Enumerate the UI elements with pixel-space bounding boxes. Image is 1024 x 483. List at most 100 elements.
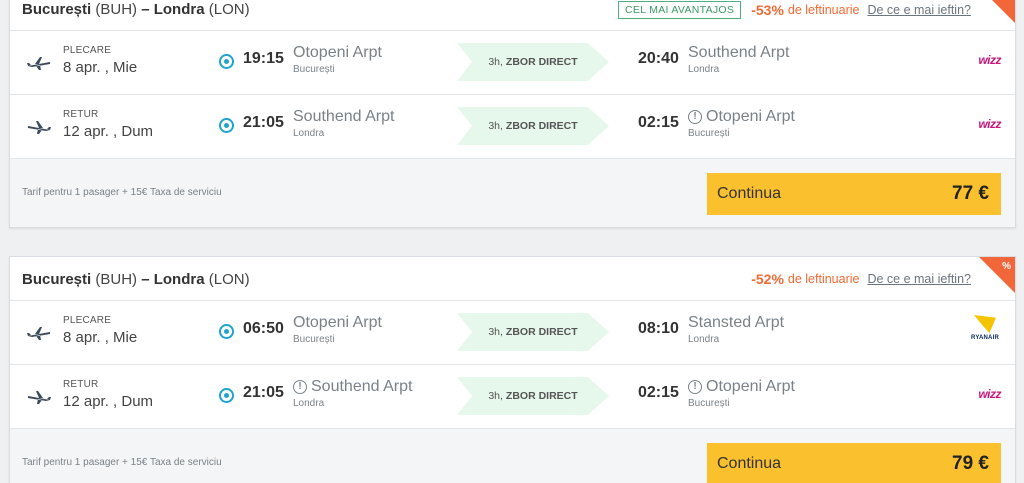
arrival-airport: Stansted Arpt (688, 314, 785, 331)
direction-label: RETUR (63, 379, 99, 390)
header-right: -52% de leftinuarie De ce e mai ieftin? (751, 271, 971, 287)
continue-button[interactable]: Continua 79 € (707, 443, 1001, 483)
route-from: București (22, 271, 92, 288)
arrival-time: 02:15 (638, 384, 679, 401)
fare-note: Tarif pentru 1 pasager + 15€ Taxa de ser… (22, 457, 222, 468)
route-dash: – (141, 1, 150, 18)
header-right: CEL MAI AVANTAJOS -53% de leftinuarie De… (618, 1, 971, 19)
departure-city: Londra (293, 398, 325, 409)
plane-return-icon (28, 121, 51, 134)
discount-percent: -52% (751, 271, 784, 287)
ryanair-wordmark: RYANAIR (971, 335, 999, 341)
direction-label: PLECARE (63, 315, 112, 326)
flight-leg-return[interactable]: RETUR 12 apr. , Dum 21:05 ! Southend Arpt… (10, 365, 1015, 429)
origin-dot-icon (219, 118, 234, 133)
departure-time: 21:05 (243, 114, 284, 131)
wizz-logo: wizz (978, 117, 1001, 131)
plane-return-icon (28, 391, 51, 404)
leg-date: 8 apr. , Mie (63, 59, 138, 76)
card-footer: Tarif pentru 1 pasager + 15€ Taxa de ser… (10, 159, 1015, 227)
duration: 3h, (488, 390, 503, 402)
flight-leg-return[interactable]: RETUR 12 apr. , Dum 21:05 Southend Arpt … (10, 95, 1015, 159)
card-footer: Tarif pentru 1 pasager + 15€ Taxa de ser… (10, 429, 1015, 483)
arrival-city: Londra (688, 334, 720, 345)
departure-time: 19:15 (243, 50, 284, 67)
price: 79 € (952, 453, 989, 474)
why-cheaper-link[interactable]: De ce e mai ieftin? (867, 3, 971, 17)
departure-city: Londra (293, 128, 325, 139)
arrival-airport: Southend Arpt (688, 44, 790, 61)
departure-city: București (293, 64, 335, 75)
continue-label: Continua (717, 455, 782, 472)
departure-time: 06:50 (243, 320, 284, 337)
price: 77 € (952, 183, 989, 204)
wizz-logo: wizz (978, 53, 1001, 67)
origin-dot-icon (219, 388, 234, 403)
discount-corner (979, 0, 1015, 23)
flight-type: ZBOR DIRECT (505, 120, 578, 132)
departure-airport: Southend Arpt (293, 108, 395, 125)
route-to-code: (LON) (208, 271, 250, 288)
continue-label: Continua (717, 185, 782, 202)
flight-type: ZBOR DIRECT (505, 56, 578, 68)
warning-icon: ! (293, 380, 307, 394)
direct-flight-indicator: 3h, ZBOR DIRECT (457, 377, 609, 415)
leg-date: 8 apr. , Mie (63, 329, 138, 346)
plane-departure-icon (27, 327, 50, 340)
departure-city: București (293, 334, 335, 345)
origin-dot-icon (219, 54, 234, 69)
direction-label: RETUR (63, 109, 99, 120)
direct-flight-indicator: 3h, ZBOR DIRECT (457, 43, 609, 81)
flight-leg-outbound[interactable]: PLECARE 8 apr. , Mie 06:50 Otopeni Arpt … (10, 301, 1015, 365)
duration: 3h, (488, 326, 503, 338)
route-to-code: (LON) (208, 1, 250, 18)
leg-date: 12 apr. , Dum (63, 123, 154, 140)
why-cheaper-link[interactable]: De ce e mai ieftin? (867, 272, 971, 286)
arrival-city: București (688, 398, 730, 409)
arrival-city: Londra (688, 64, 720, 75)
arrival-airport-name: Otopeni Arpt (706, 378, 795, 395)
arrival-airport: ! Otopeni Arpt (688, 378, 795, 396)
direct-flight-indicator: 3h, ZBOR DIRECT (457, 313, 609, 351)
origin-dot-icon (219, 324, 234, 339)
route-dash: – (141, 271, 150, 288)
flight-leg-outbound[interactable]: PLECARE 8 apr. , Mie 19:15 Otopeni Arpt … (10, 31, 1015, 95)
flight-type: ZBOR DIRECT (505, 390, 578, 402)
departure-airport: ! Southend Arpt (293, 378, 412, 396)
ryanair-harp-icon (974, 315, 996, 333)
flight-type: ZBOR DIRECT (505, 326, 578, 338)
route-to: Londra (153, 1, 205, 18)
departure-airport: Otopeni Arpt (293, 44, 382, 61)
route-title: București (BUH) – Londra (LON) (22, 1, 250, 18)
flight-result-card[interactable]: București (BUH) – Londra (LON) -52% de l… (9, 256, 1016, 483)
wizz-logo: wizz (978, 387, 1001, 401)
discount-label: de leftinuarie (787, 3, 860, 17)
arrival-city: București (688, 128, 730, 139)
departure-time: 21:05 (243, 384, 284, 401)
arrival-airport: ! Otopeni Arpt (688, 108, 795, 126)
duration: 3h, (488, 56, 503, 68)
arrival-airport-name: Otopeni Arpt (706, 108, 795, 125)
arrival-time: 20:40 (638, 50, 679, 67)
route-from-code: (BUH) (95, 1, 138, 18)
card-header: București (BUH) – Londra (LON) -52% de l… (10, 257, 1015, 301)
route-to: Londra (153, 271, 205, 288)
ryanair-logo: RYANAIR (969, 315, 1001, 341)
continue-button[interactable]: Continua 77 € (707, 173, 1001, 215)
arrival-time: 02:15 (638, 114, 679, 131)
route-title: București (BUH) – Londra (LON) (22, 271, 250, 288)
departure-airport-name: Southend Arpt (311, 378, 413, 395)
discount-label: de leftinuarie (787, 272, 860, 286)
discount-percent: -53% (751, 2, 784, 18)
route-from: București (22, 1, 92, 18)
flight-result-card[interactable]: București (BUH) – Londra (LON) CEL MAI A… (9, 0, 1016, 228)
best-deal-badge: CEL MAI AVANTAJOS (618, 1, 742, 19)
leg-date: 12 apr. , Dum (63, 393, 154, 410)
plane-departure-icon (27, 57, 50, 70)
fare-note: Tarif pentru 1 pasager + 15€ Taxa de ser… (22, 187, 222, 198)
departure-airport: Otopeni Arpt (293, 314, 382, 331)
warning-icon: ! (688, 110, 702, 124)
warning-icon: ! (688, 380, 702, 394)
percent-icon: % (1002, 261, 1011, 272)
route-from-code: (BUH) (95, 271, 138, 288)
